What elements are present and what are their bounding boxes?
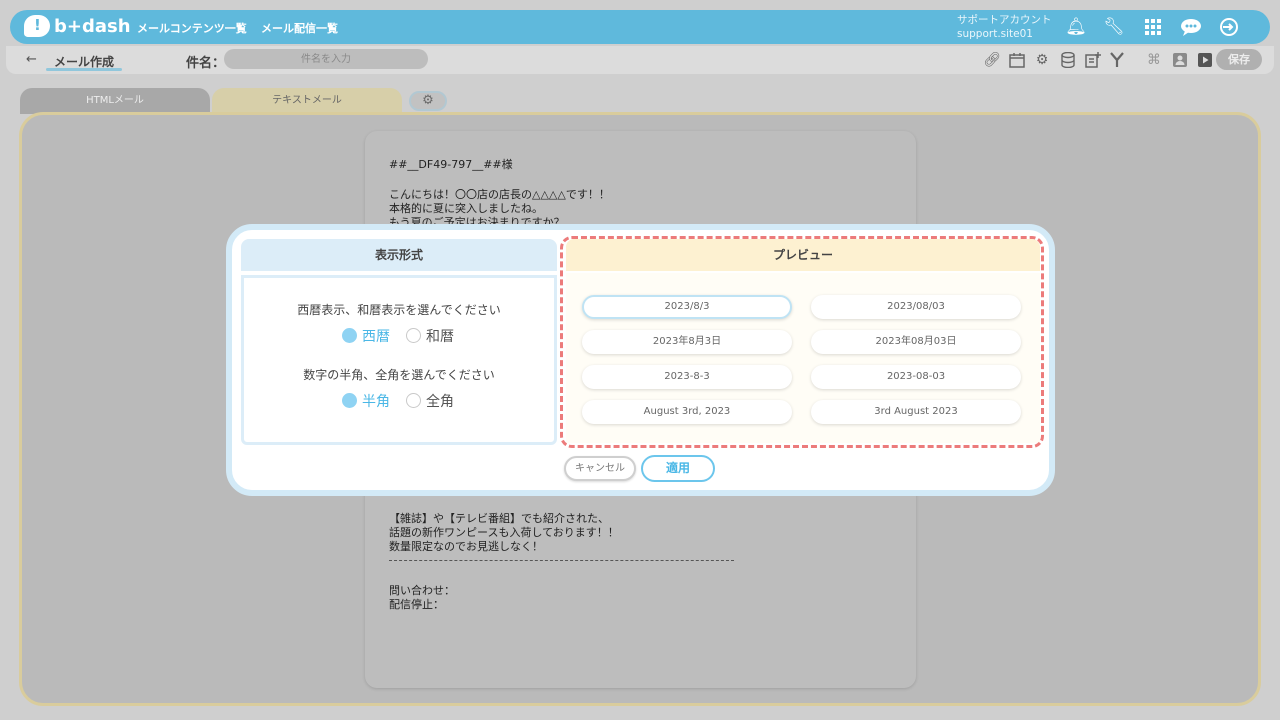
apply-button[interactable]: 適用 — [641, 455, 715, 482]
editor-divider — [389, 560, 734, 561]
nav-mail-delivery-list[interactable]: メール配信一覧 — [261, 20, 338, 36]
wrench-icon[interactable]: 🔧︎ — [1103, 16, 1125, 38]
branch-icon[interactable] — [1107, 50, 1127, 70]
preview-highlight-box — [560, 236, 1044, 448]
nav-mail-content-list[interactable]: メールコンテンツ一覧 — [137, 20, 247, 36]
cancel-button[interactable]: キャンセル — [564, 456, 636, 481]
grid-icon[interactable] — [1142, 16, 1164, 38]
image-link-icon[interactable]: ⌘ — [1144, 50, 1164, 70]
logo-text: b+dash — [54, 15, 131, 37]
calendar-icon[interactable] — [1007, 50, 1027, 70]
back-arrow-icon[interactable]: ← — [26, 52, 37, 67]
radio-label-wareki[interactable]: 和暦 — [426, 326, 454, 346]
save-button[interactable]: 保存 — [1216, 49, 1262, 70]
tab-text-mail[interactable]: テキストメール — [212, 88, 402, 114]
editor-line: ##__DF49-797__##様 — [389, 158, 513, 171]
title-underline — [46, 68, 122, 71]
editor-line: 配信停止： — [389, 598, 444, 611]
profile-icon[interactable] — [1170, 50, 1190, 70]
radio-hankaku[interactable] — [342, 393, 357, 408]
tab-html-mail[interactable]: HTMLメール — [20, 88, 210, 114]
logout-icon[interactable] — [1218, 16, 1240, 38]
account-label: サポートアカウント — [957, 14, 1052, 26]
era-question: 西暦表示、和暦表示を選んでください — [297, 303, 501, 317]
radio-zenkaku[interactable] — [406, 393, 421, 408]
gear-icon[interactable]: ⚙︎ — [409, 91, 447, 111]
radio-seireki[interactable] — [342, 328, 357, 343]
radio-label-hankaku[interactable]: 半角 — [362, 391, 390, 411]
radio-label-seireki[interactable]: 西暦 — [362, 326, 390, 346]
display-format-header: 表示形式 — [241, 239, 557, 271]
bell-icon[interactable]: 🔔︎ — [1065, 16, 1087, 38]
radio-wareki[interactable] — [406, 328, 421, 343]
app-logo[interactable]: b+dash — [24, 15, 131, 37]
gear-cluster-icon[interactable]: ⚙︎ — [1032, 50, 1052, 70]
account-info[interactable]: サポートアカウント support.site01 — [957, 13, 1052, 41]
top-navigation-bar: b+dash メールコンテンツ一覧 メール配信一覧 サポートアカウント supp… — [10, 10, 1270, 44]
add-document-icon[interactable] — [1083, 50, 1103, 70]
link-icon[interactable]: 🔗︎ — [982, 50, 1002, 70]
play-icon[interactable] — [1195, 50, 1215, 70]
editor-line: 数量限定なのでお見逃しなく！ — [389, 540, 543, 553]
logo-bubble-icon — [24, 15, 50, 37]
subject-label: 件名： — [186, 56, 226, 71]
editor-toolbar: ← メール作成 件名： 🔗︎ ⚙︎ ⌘ 保存 — [6, 46, 1274, 74]
account-id: support.site01 — [957, 28, 1033, 40]
subject-input[interactable] — [224, 49, 428, 69]
width-question: 数字の半角、全角を選んでください — [303, 368, 495, 382]
database-icon[interactable] — [1058, 50, 1078, 70]
radio-label-zenkaku[interactable]: 全角 — [426, 391, 454, 411]
chat-icon[interactable] — [1180, 16, 1202, 38]
